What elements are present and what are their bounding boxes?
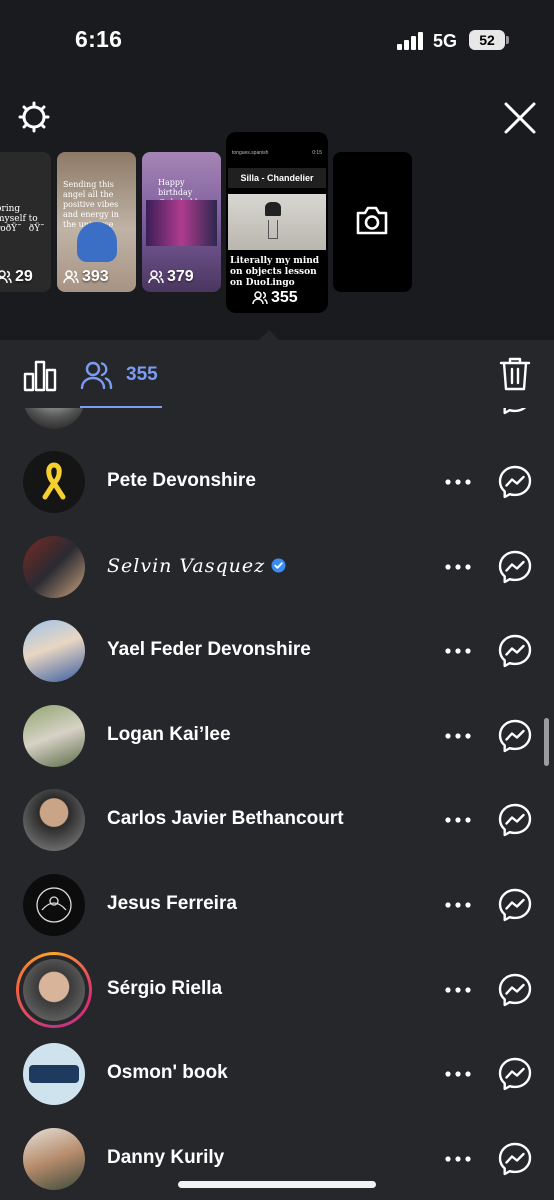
story-image-photo	[146, 200, 217, 246]
story-viewer-count-text: 393	[82, 268, 109, 285]
avatar	[23, 1043, 85, 1105]
story-banner: Silla - Chandelier	[228, 168, 326, 188]
verified-badge-icon	[271, 558, 286, 573]
story-viewer-count-text: 355	[271, 289, 298, 306]
camera-icon	[356, 206, 388, 235]
viewer-name: Yael Feder Devonshire	[107, 639, 311, 660]
avatar	[23, 959, 85, 1021]
messenger-icon[interactable]	[498, 1142, 532, 1176]
story-viewer-count: 355	[252, 289, 298, 307]
status-time: 6:16	[75, 26, 123, 52]
network-label: 5G	[433, 31, 458, 51]
story-image-room	[228, 194, 326, 250]
viewer-name: Sérgio Riella	[107, 978, 223, 999]
viewer-name-wrap: Selvin Vasquez	[107, 555, 286, 577]
messenger-icon[interactable]	[498, 1057, 532, 1091]
more-options-icon[interactable]	[444, 808, 472, 832]
avatar	[23, 451, 85, 513]
scrollbar[interactable]	[544, 718, 549, 766]
viewer-row[interactable]: Logan Kai’lee	[0, 694, 554, 778]
avatar	[23, 1128, 85, 1190]
avatar	[23, 536, 85, 598]
messenger-icon[interactable]	[498, 408, 532, 415]
story-viewer-count-text: 29	[15, 268, 33, 285]
avatar	[23, 620, 85, 682]
viewer-count: 355	[126, 364, 158, 385]
avatar	[23, 705, 85, 767]
story-tray: oring myself to roðŸ˜ðŸ˜ 29 Sending th…	[0, 132, 554, 318]
messenger-icon[interactable]	[498, 634, 532, 668]
more-options-icon[interactable]	[444, 470, 472, 494]
viewer-row[interactable]: Osmon' book	[0, 1032, 554, 1116]
avatar	[23, 789, 85, 851]
viewers-icon	[0, 270, 12, 284]
tab-viewers[interactable]: 355	[80, 358, 170, 392]
battery-nub	[506, 36, 509, 44]
more-options-icon[interactable]	[444, 639, 472, 663]
viewers-icon	[252, 291, 268, 305]
messenger-icon[interactable]	[498, 803, 532, 837]
story-duration: 0:15	[312, 150, 322, 156]
more-options-icon[interactable]	[444, 724, 472, 748]
viewer-name: Logan Kai’lee	[107, 724, 231, 745]
story-viewer-header: 6:16 5G 52 oring myself to roðŸ˜ðŸ˜ 29	[0, 0, 554, 340]
viewers-list: Pete Devonshire Selvin Vasquez Yael Fede…	[0, 408, 554, 1200]
viewer-name: Selvin Vasquez	[107, 555, 266, 577]
story-image-figure	[77, 222, 117, 262]
story-viewer-count: 29	[0, 268, 33, 286]
story-thumbnail[interactable]: Happy birthday @chakakhan 379	[142, 152, 221, 292]
viewer-name: Jesus Ferreira	[107, 893, 237, 914]
viewer-row[interactable]: Sérgio Riella	[0, 948, 554, 1032]
status-bar: 6:16 5G 52	[0, 0, 554, 80]
story-viewer-count-text: 379	[167, 268, 194, 285]
viewer-row[interactable]: Yael Feder Devonshire	[0, 609, 554, 693]
viewers-icon	[63, 270, 79, 284]
messenger-icon[interactable]	[498, 550, 532, 584]
more-options-icon[interactable]	[444, 555, 472, 579]
avatar	[23, 874, 85, 936]
viewer-row[interactable]: Pete Devonshire	[0, 440, 554, 524]
messenger-icon[interactable]	[498, 465, 532, 499]
more-options-icon[interactable]	[444, 893, 472, 917]
messenger-icon[interactable]	[498, 973, 532, 1007]
avatar-logo-banner	[29, 1065, 79, 1083]
insights-chart-icon[interactable]	[22, 358, 58, 392]
viewer-row[interactable]: Selvin Vasquez	[0, 525, 554, 609]
viewer-row[interactable]: Carlos Javier Bethancourt	[0, 778, 554, 862]
story-caption: oring myself to roðŸ˜ðŸ˜	[0, 204, 51, 234]
emblem-icon	[36, 887, 72, 923]
viewers-sheet: 355 Pete Devonshire Selvin Vasquez Yael …	[0, 340, 554, 1200]
messenger-icon[interactable]	[498, 888, 532, 922]
viewer-name: Carlos Javier Bethancourt	[107, 808, 344, 829]
sheet-tabbar: 355	[0, 340, 554, 408]
battery-icon: 52	[469, 30, 505, 50]
more-options-icon[interactable]	[444, 1147, 472, 1171]
add-story-camera[interactable]	[333, 152, 412, 292]
more-options-icon[interactable]	[444, 978, 472, 1002]
trash-icon[interactable]	[498, 356, 532, 392]
close-icon[interactable]	[500, 98, 540, 138]
yellow-ribbon-icon	[42, 462, 66, 500]
viewer-row[interactable]: Jesus Ferreira	[0, 863, 554, 947]
home-indicator[interactable]	[178, 1181, 376, 1188]
viewer-name: Osmon' book	[107, 1062, 228, 1083]
story-thumbnail[interactable]: oring myself to roðŸ˜ðŸ˜ 29	[0, 152, 51, 292]
signal-icon	[397, 32, 423, 50]
viewers-icon	[148, 270, 164, 284]
messenger-icon[interactable]	[498, 719, 532, 753]
viewer-name: Pete Devonshire	[107, 470, 256, 491]
viewer-name: Danny Kurily	[107, 1147, 225, 1168]
story-thumbnail[interactable]: Sending this angel all the positive vibe…	[57, 152, 136, 292]
avatar	[23, 408, 85, 429]
story-account: tongues.spanish	[232, 150, 269, 156]
settings-gear-icon[interactable]	[15, 98, 53, 136]
story-thumbnail-selected[interactable]: tongues.spanish 0:15 Silla - Chandelier …	[226, 132, 328, 313]
story-caption: Literally my mind on objects lesson on D…	[230, 256, 320, 288]
viewer-row[interactable]	[0, 408, 554, 440]
story-viewer-count: 393	[63, 268, 109, 286]
story-viewer-count: 379	[148, 268, 194, 286]
viewers-icon	[80, 361, 113, 390]
more-options-icon[interactable]	[444, 1062, 472, 1086]
